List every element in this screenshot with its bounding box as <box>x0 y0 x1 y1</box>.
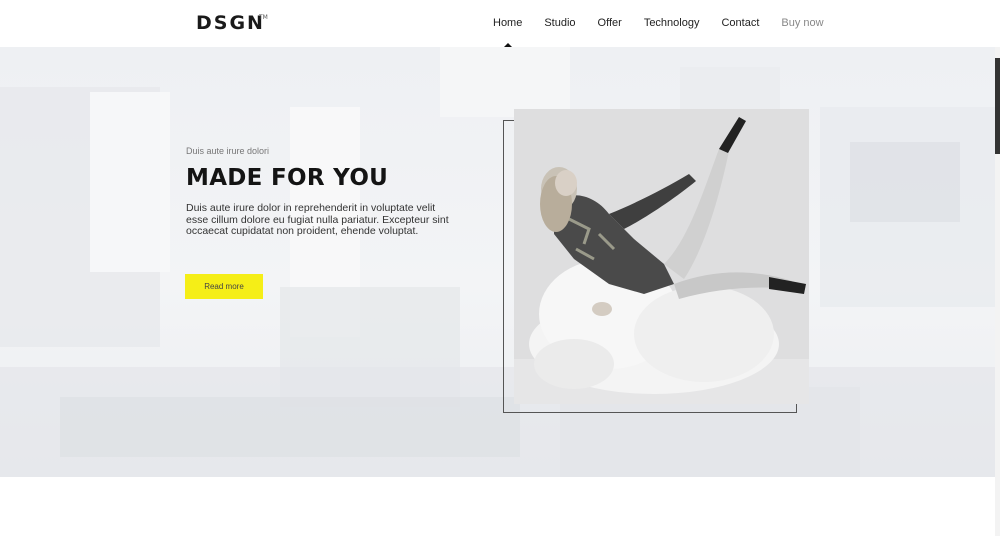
landing-page: DSGN TM Home Studio Offer Technology Con… <box>0 0 1000 536</box>
nav-item-contact[interactable]: Contact <box>721 17 759 29</box>
hero-photo <box>514 109 809 404</box>
hero-title: MADE FOR YOU <box>186 165 389 191</box>
bg-layer <box>440 47 570 117</box>
nav-item-home[interactable]: Home <box>493 17 522 29</box>
hero-background <box>0 47 1000 477</box>
bg-layer <box>850 142 960 222</box>
trademark-mark: TM <box>259 14 268 21</box>
scrollbar-thumb[interactable] <box>995 58 1000 154</box>
hero-eyebrow: Duis aute irure dolori <box>186 146 270 156</box>
bg-layer <box>60 397 520 457</box>
nav-item-buy-now[interactable]: Buy now <box>781 17 823 29</box>
brand-logo[interactable]: DSGN <box>196 12 265 34</box>
main-nav: Home Studio Offer Technology Contact Buy… <box>493 17 824 29</box>
read-more-button[interactable]: Read more <box>185 274 263 299</box>
nav-item-technology[interactable]: Technology <box>644 17 700 29</box>
bg-layer <box>90 92 170 272</box>
active-nav-indicator-icon <box>504 43 512 47</box>
hero-description: Duis aute irure dolor in reprehenderit i… <box>186 202 449 237</box>
nav-item-offer[interactable]: Offer <box>598 17 622 29</box>
model-illustration <box>514 109 809 404</box>
site-header: DSGN TM Home Studio Offer Technology Con… <box>0 0 1000 47</box>
nav-item-studio[interactable]: Studio <box>544 17 575 29</box>
